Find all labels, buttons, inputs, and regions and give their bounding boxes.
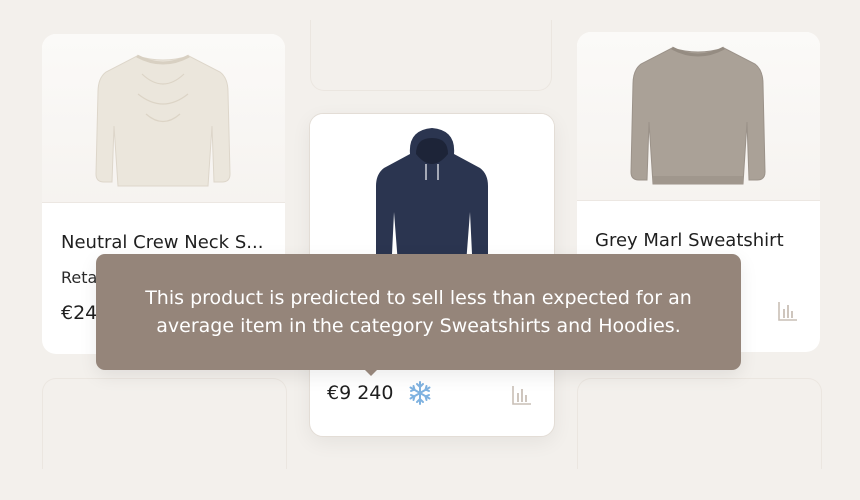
placeholder-card-bottom-left bbox=[42, 378, 287, 469]
tooltip-text: This product is predicted to sell less t… bbox=[145, 287, 692, 337]
prediction-tooltip: This product is predicted to sell less t… bbox=[96, 254, 741, 376]
product-image-area bbox=[310, 114, 554, 264]
tooltip-arrow bbox=[359, 364, 383, 376]
product-price: €9 240 bbox=[327, 382, 394, 404]
product-image-area bbox=[42, 34, 285, 203]
navy-hoodie-image bbox=[376, 128, 488, 264]
bar-chart-icon[interactable] bbox=[511, 384, 533, 406]
placeholder-card-top-middle bbox=[310, 20, 552, 91]
grey-sweatshirt-image bbox=[630, 46, 766, 185]
product-title: Grey Marl Sweatshirt bbox=[595, 230, 784, 251]
product-title: Neutral Crew Neck S... bbox=[61, 232, 264, 253]
product-image-area bbox=[577, 32, 820, 201]
cream-sweater-image bbox=[95, 54, 231, 187]
product-price: €24 bbox=[61, 302, 98, 324]
snowflake-icon bbox=[409, 381, 431, 405]
retail-label: Reta bbox=[61, 268, 98, 287]
placeholder-card-bottom-right bbox=[577, 378, 822, 469]
bar-chart-icon[interactable] bbox=[777, 300, 799, 322]
